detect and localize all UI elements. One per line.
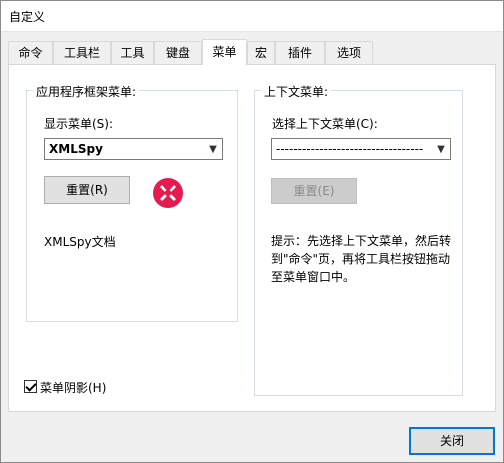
xmlspy-logo-icon <box>153 178 183 208</box>
chevron-down-icon: ▼ <box>437 143 445 155</box>
tab-plugins[interactable]: 插件 <box>275 41 325 64</box>
tab-keyboard[interactable]: 键盘 <box>154 41 202 64</box>
menu-shadow-label[interactable]: 菜单阴影(H) <box>40 379 106 396</box>
context-menu-dropdown[interactable]: ---------------------------------- ▼ <box>271 138 451 160</box>
tab-commands[interactable]: 命令 <box>8 41 53 64</box>
window-title: 自定义 <box>9 10 46 24</box>
show-menu-label: 显示菜单(S): <box>44 117 114 131</box>
context-menu-group-label: 上下文菜单: <box>261 83 332 100</box>
app-menu-group-label: 应用程序框架菜单: <box>33 83 140 100</box>
chevron-down-icon: ▼ <box>209 143 217 155</box>
tab-menu[interactable]: 菜单 <box>202 39 247 65</box>
tab-options[interactable]: 选项 <box>325 41 373 64</box>
select-context-menu-label: 选择上下文菜单(C): <box>272 117 378 131</box>
reset-app-menu-button[interactable]: 重置(R) <box>44 176 130 204</box>
title-bar: 自定义 <box>0 0 504 32</box>
menu-shadow-checkbox[interactable] <box>24 380 37 393</box>
hint-text: 提示：先选择上下文菜单，然后转到"命令"页，再将工具栏按钮拖动至菜单窗口中。 <box>271 234 452 284</box>
reset-context-menu-button[interactable]: 重置(E) <box>271 178 357 204</box>
document-label: XMLSpy文档 <box>44 235 116 249</box>
show-menu-value: XMLSpy <box>49 142 103 156</box>
context-menu-value: ---------------------------------- <box>276 142 424 156</box>
show-menu-dropdown[interactable]: XMLSpy ▼ <box>44 138 223 160</box>
tab-toolbars[interactable]: 工具栏 <box>53 41 111 64</box>
tab-macros[interactable]: 宏 <box>247 41 275 64</box>
tab-tools[interactable]: 工具 <box>111 41 154 64</box>
close-button[interactable]: 关闭 <box>409 427 495 455</box>
